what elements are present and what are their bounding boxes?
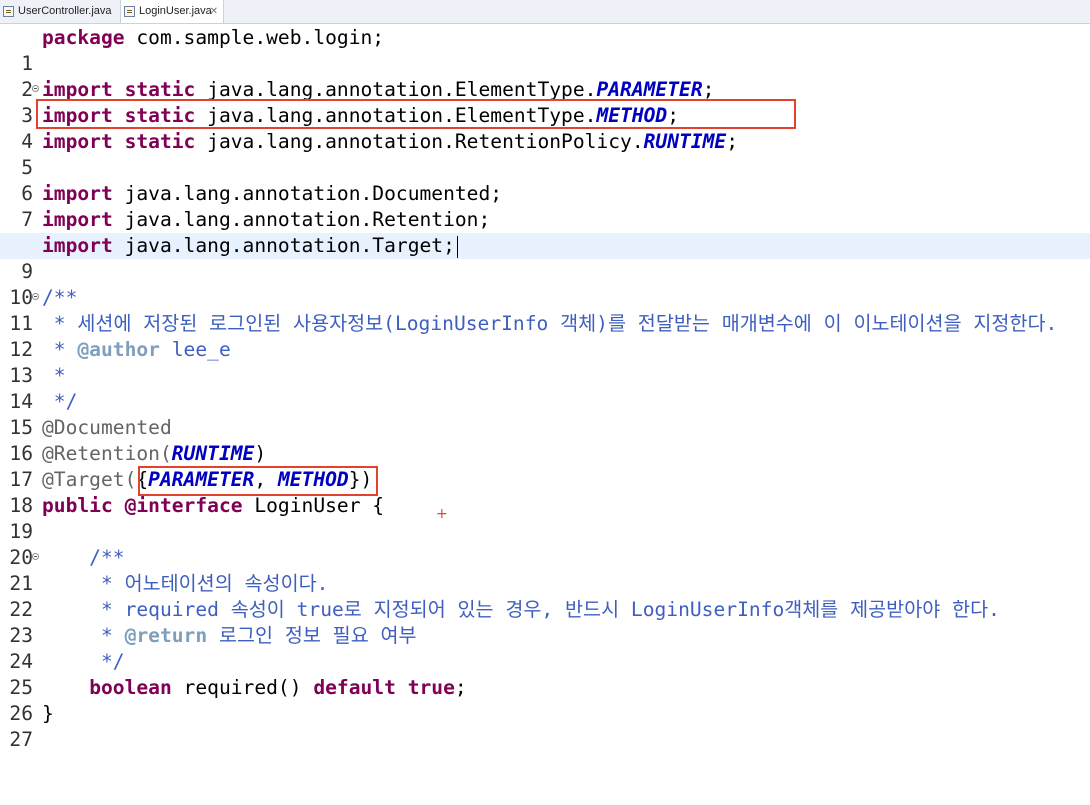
editor-tab-bar: UserController.java LoginUser.java ✕ bbox=[0, 0, 1090, 24]
highlight-box-target-values bbox=[138, 466, 378, 496]
fold-toggle-icon[interactable] bbox=[32, 553, 39, 560]
code-line: 12 * 세션에 저장된 로그인된 사용자정보(LoginUserInfo 객체… bbox=[0, 311, 1090, 361]
code-text: */ bbox=[42, 650, 125, 673]
tab-label: LoginUser.java bbox=[139, 5, 212, 17]
line-number: 27 bbox=[9, 728, 33, 751]
code-text: * 세션에 저장된 로그인된 사용자정보(LoginUserInfo 객체)를 … bbox=[42, 312, 1058, 335]
code-line: 6 bbox=[0, 155, 1090, 205]
code-text: /** bbox=[42, 286, 78, 309]
code-line: 2 bbox=[0, 51, 1090, 101]
code-line: 14 * bbox=[0, 363, 1090, 413]
code-line: 15 */ bbox=[0, 389, 1090, 439]
code-line: 16 @Documented bbox=[0, 415, 1090, 465]
java-file-icon bbox=[124, 6, 135, 17]
highlight-box-method-import bbox=[36, 99, 796, 129]
code-line: 13 * @author lee_e bbox=[0, 337, 1090, 387]
text-caret bbox=[456, 235, 458, 258]
mouse-crosshair-icon: + bbox=[436, 506, 448, 522]
code-text: * bbox=[42, 364, 66, 387]
code-line: 21 /** bbox=[0, 545, 1090, 595]
code-text: @Documented bbox=[42, 416, 172, 439]
code-text: * 어노테이션의 속성이다. bbox=[42, 572, 329, 595]
fold-toggle-icon[interactable] bbox=[32, 293, 39, 300]
code-line: 26 boolean required() default true; bbox=[0, 675, 1090, 725]
close-tab-icon[interactable]: ✕ bbox=[210, 0, 218, 23]
tab-label: UserController.java bbox=[18, 5, 112, 17]
code-line: 1 package com.sample.web.login; bbox=[0, 25, 1090, 75]
code-line: 25 */ bbox=[0, 649, 1090, 699]
code-text: * required 속성이 true로 지정되어 있는 경우, 반드시 Log… bbox=[42, 598, 1000, 621]
code-line: 11 /** bbox=[0, 285, 1090, 335]
code-line: 19 public @interface LoginUser { bbox=[0, 493, 1090, 543]
code-text: */ bbox=[42, 390, 78, 413]
code-line: 10 bbox=[0, 259, 1090, 309]
code-text: @Retention(RUNTIME) bbox=[42, 442, 267, 465]
code-line: 20 bbox=[0, 519, 1090, 569]
fold-toggle-icon[interactable] bbox=[32, 85, 39, 92]
tab-login-user[interactable]: LoginUser.java ✕ bbox=[120, 0, 224, 23]
code-line: 22 * 어노테이션의 속성이다. bbox=[0, 571, 1090, 621]
code-text: * @return 로그인 정보 필요 여부 bbox=[42, 624, 417, 647]
tab-user-controller[interactable]: UserController.java bbox=[0, 0, 120, 23]
code-text: import java.lang.annotation.Documented; bbox=[42, 182, 503, 205]
code-text: package com.sample.web.login; bbox=[42, 26, 385, 49]
code-text: public @interface LoginUser { bbox=[42, 494, 385, 517]
code-text: import java.lang.annotation.Retention; bbox=[42, 208, 491, 231]
code-line: 7 import java.lang.annotation.Documented… bbox=[0, 181, 1090, 231]
code-line: 27 } bbox=[0, 701, 1090, 751]
java-file-icon bbox=[3, 6, 14, 17]
code-text: /** bbox=[42, 546, 125, 569]
code-line: 23 * required 속성이 true로 지정되어 있는 경우, 반드시 … bbox=[0, 597, 1090, 647]
code-line: 24 * @return 로그인 정보 필요 여부 bbox=[0, 623, 1090, 673]
code-text: import static java.lang.annotation.Reten… bbox=[42, 130, 738, 153]
current-code-line: 9 import java.lang.annotation.Target; bbox=[0, 233, 1090, 283]
code-line: 8 import java.lang.annotation.Retention; bbox=[0, 207, 1090, 257]
code-line: 17 @Retention(RUNTIME) bbox=[0, 441, 1090, 491]
code-editor[interactable]: 1 package com.sample.web.login; 2 3 impo… bbox=[0, 23, 1090, 751]
code-line: 5 import static java.lang.annotation.Ret… bbox=[0, 129, 1090, 179]
code-text: } bbox=[42, 702, 54, 725]
code-text: * @author lee_e bbox=[42, 338, 231, 361]
code-text: import java.lang.annotation.Target; bbox=[42, 233, 458, 259]
code-text: boolean required() default true; bbox=[89, 676, 467, 699]
